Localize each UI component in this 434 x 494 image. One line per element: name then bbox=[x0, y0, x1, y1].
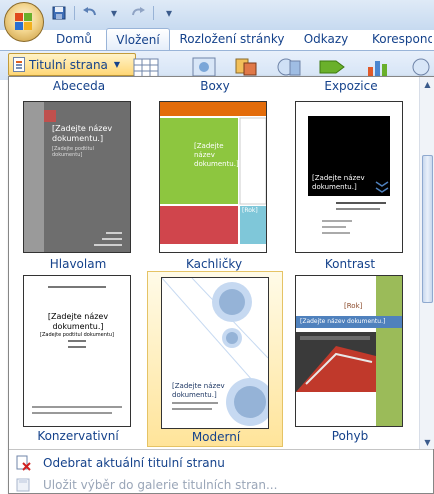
separator bbox=[74, 6, 75, 20]
save-selection-item[interactable]: Uložit výběr do galerie titulních stran.… bbox=[9, 474, 433, 494]
cover-page-gallery: Abeceda Boxy Expozice [Zadejte název dok… bbox=[8, 76, 434, 494]
ribbon-tabs: Domů Vložení Rozložení stránky Odkazy Ko… bbox=[0, 26, 434, 50]
thumbnail-title: [Zadejte název dokumentu.] bbox=[194, 142, 239, 168]
save-to-gallery-icon bbox=[16, 478, 30, 492]
remove-cover-page-item[interactable]: Odebrat aktuální titulní stranu bbox=[9, 452, 433, 474]
gallery-item-hlavolam[interactable]: [Zadejte název dokumentu.] [Zadejte podt… bbox=[19, 97, 137, 275]
thumbnail-title: [Zadejte název dokumentu.] bbox=[172, 382, 225, 399]
tab-vlozeni[interactable]: Vložení bbox=[106, 28, 170, 50]
gallery-item-label: Kachličky bbox=[185, 257, 243, 271]
customize-icon[interactable]: ▾ bbox=[160, 5, 178, 21]
remove-cover-page-label: Odebrat aktuální titulní stranu bbox=[43, 456, 225, 470]
office-button[interactable] bbox=[4, 2, 44, 42]
gallery-menu: Odebrat aktuální titulní stranu Uložit v… bbox=[9, 449, 433, 493]
gallery-item-pohyb[interactable]: [Rok] [Zadejte název dokumentu.] Pohyb bbox=[291, 271, 409, 449]
gallery-item-label[interactable]: Boxy bbox=[159, 79, 271, 93]
gallery-item-konzervativni[interactable]: [Zadejte název dokumentu.] [Zadejte podt… bbox=[19, 271, 137, 449]
cover-page-label: Titulní strana bbox=[29, 57, 108, 72]
chevron-down-icon: ▼ bbox=[113, 60, 121, 69]
thumbnail-title: [Zadejte název dokumentu.] bbox=[47, 312, 109, 331]
separator bbox=[153, 6, 154, 20]
gallery-scroll-area: Abeceda Boxy Expozice [Zadejte název dok… bbox=[9, 77, 419, 449]
save-selection-label: Uložit výběr do galerie titulních stran.… bbox=[43, 478, 278, 492]
thumbnail-year: [Rok] bbox=[242, 207, 258, 214]
scrollbar-thumb[interactable] bbox=[422, 155, 433, 303]
undo-icon[interactable] bbox=[81, 5, 99, 21]
tab-korespondence[interactable]: Korespondence bbox=[372, 28, 432, 50]
save-icon[interactable] bbox=[50, 5, 68, 21]
cover-page-button[interactable]: Titulní strana ▼ bbox=[8, 53, 136, 76]
thumbnail-subtitle: [Zadejte podtitul dokumentu] bbox=[40, 332, 114, 338]
scroll-up-arrow-icon[interactable]: ▲ bbox=[420, 77, 434, 91]
thumbnail-title: [Zadejte název dokumentu.] bbox=[52, 124, 113, 143]
cover-thumbnail: [Zadejte název dokumentu.] bbox=[295, 101, 403, 253]
cover-thumbnail: [Zadejte název dokumentu.] [Rok] bbox=[159, 101, 267, 253]
undo-dropdown-icon[interactable]: ▾ bbox=[105, 5, 123, 21]
cover-page-icon bbox=[13, 57, 25, 72]
quick-access-toolbar: ▾ ▾ bbox=[50, 4, 178, 22]
gallery-item-kachlicky[interactable]: [Zadejte název dokumentu.] [Rok] Kachlič… bbox=[155, 97, 273, 275]
tab-odkazy[interactable]: Odkazy bbox=[298, 28, 354, 50]
cover-thumbnail: [Zadejte název dokumentu.] bbox=[161, 277, 269, 429]
thumbnail-title: [Zadejte název dokumentu.] bbox=[312, 174, 365, 191]
thumbnail-title: [Zadejte název dokumentu.] bbox=[300, 318, 386, 325]
gallery-item-label: Hlavolam bbox=[49, 257, 107, 271]
tab-domu[interactable]: Domů bbox=[50, 28, 98, 50]
office-logo-icon bbox=[15, 13, 33, 31]
gallery-item-label[interactable]: Abeceda bbox=[23, 79, 135, 93]
redo-icon[interactable] bbox=[129, 5, 147, 21]
cover-thumbnail: [Zadejte název dokumentu.] [Zadejte podt… bbox=[23, 275, 131, 427]
tab-rozlozeni-stranky[interactable]: Rozložení stránky bbox=[179, 28, 284, 50]
gallery-item-label: Pohyb bbox=[331, 429, 369, 443]
gallery-item-kontrast[interactable]: [Zadejte název dokumentu.] Kontrast bbox=[291, 97, 409, 275]
gallery-item-label[interactable]: Expozice bbox=[295, 79, 407, 93]
cover-thumbnail: [Zadejte název dokumentu.] [Zadejte podt… bbox=[23, 101, 131, 253]
gallery-item-label: Kontrast bbox=[324, 257, 376, 271]
remove-page-icon bbox=[16, 455, 31, 471]
gallery-item-label: Konzervativní bbox=[37, 429, 119, 443]
gallery-item-label: Moderní bbox=[191, 430, 241, 444]
scroll-down-arrow-icon[interactable]: ▼ bbox=[420, 435, 434, 449]
cover-thumbnail: [Rok] [Zadejte název dokumentu.] bbox=[295, 275, 403, 427]
gallery-scrollbar[interactable]: ▲ ▼ bbox=[419, 77, 434, 449]
gallery-item-moderni[interactable]: [Zadejte název dokumentu.] Moderní bbox=[147, 271, 283, 447]
thumbnail-year: [Rok] bbox=[344, 302, 363, 310]
thumbnail-subtitle: [Zadejte podtitul dokumentu] bbox=[52, 146, 94, 158]
